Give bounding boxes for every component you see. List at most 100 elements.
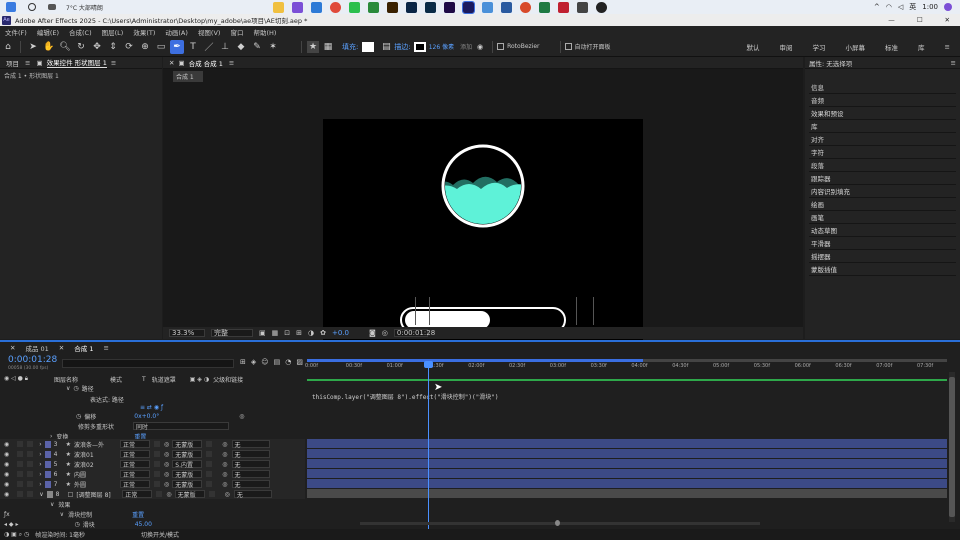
layer-duration-bar[interactable] <box>307 469 947 478</box>
panel-smoother[interactable]: 平滑器 <box>809 237 956 250</box>
fill-options-icon[interactable]: ★ <box>307 40 319 53</box>
app-icon[interactable] <box>367 1 379 13</box>
rotate-tool-icon[interactable]: ⟳ <box>122 40 136 54</box>
comp-viewer[interactable] <box>323 119 643 354</box>
stopwatch-icon[interactable]: ◷ <box>76 413 81 420</box>
switch-box[interactable] <box>206 441 213 447</box>
lock-box[interactable] <box>27 471 34 477</box>
solo-box[interactable] <box>17 491 24 497</box>
solo-box[interactable] <box>17 481 24 487</box>
illustrator-icon[interactable] <box>386 1 398 13</box>
workspace-library[interactable]: 库 <box>908 42 935 52</box>
zoom-slider-knob[interactable] <box>555 520 560 526</box>
lock-icon[interactable]: ▣ <box>36 59 42 67</box>
mode-dropdown[interactable]: 正常 <box>120 440 151 449</box>
preserve-transparency-box[interactable] <box>154 471 161 477</box>
work-area-range[interactable] <box>307 359 643 362</box>
auto-open-checkbox[interactable] <box>564 43 572 50</box>
panel-content-aware-fill[interactable]: 内容识别填充 <box>809 185 956 198</box>
draft-3d-icon[interactable]: ◈ <box>251 358 256 366</box>
color-management-icon[interactable]: ✿ <box>320 329 326 337</box>
close-icon[interactable]: ✕ <box>10 344 15 352</box>
app-icon[interactable] <box>291 1 303 13</box>
panel-paragraph[interactable]: 段落 <box>809 159 956 172</box>
lock-box[interactable] <box>27 491 34 497</box>
workspace-standard[interactable]: 标准 <box>875 42 908 52</box>
comp-subtab[interactable]: 合成 1 <box>173 71 203 82</box>
photoshop-icon[interactable] <box>405 1 417 13</box>
expand-icon[interactable]: › <box>39 471 41 478</box>
preserve-transparency-box[interactable] <box>154 481 161 487</box>
expand-icon[interactable]: › <box>39 481 41 488</box>
app-icon[interactable] <box>519 1 531 13</box>
switch-box[interactable] <box>206 481 213 487</box>
hand-tool-icon[interactable]: ✋ <box>42 40 56 54</box>
menu-help[interactable]: 帮助(H) <box>248 27 281 37</box>
link-icon[interactable]: ◎ <box>164 481 169 488</box>
home-icon[interactable]: ⌂ <box>1 40 15 54</box>
track-matte-dropdown[interactable]: 无蒙版 <box>172 480 203 489</box>
graph-editor-icon[interactable]: ▨ <box>296 358 303 366</box>
add-icon[interactable]: ◉ <box>473 40 487 54</box>
excel-icon[interactable] <box>538 1 550 13</box>
motion-blur-icon[interactable]: ◔ <box>285 358 291 366</box>
mode-dropdown[interactable]: 正常 <box>120 450 151 459</box>
slider-control-reset[interactable]: 重置 <box>132 510 144 519</box>
app-icon[interactable] <box>576 1 588 13</box>
label-color[interactable] <box>46 490 53 498</box>
panel-motion-sketch[interactable]: 动态草图 <box>809 224 956 237</box>
pickwhip-icon[interactable]: ◎ <box>225 491 230 498</box>
layer-duration-bar[interactable] <box>307 479 947 488</box>
workspace-default[interactable]: 默认 <box>737 42 770 52</box>
eraser-tool-icon[interactable]: ◆ <box>234 40 248 54</box>
switch-box[interactable] <box>208 491 215 497</box>
link-icon[interactable]: ◎ <box>164 471 169 478</box>
parent-dropdown[interactable]: 无 <box>233 490 272 499</box>
link-icon[interactable]: ◎ <box>164 451 169 458</box>
tab-menu-icon[interactable]: ≡ <box>103 344 108 352</box>
eye-icon[interactable]: ◉ <box>4 471 9 478</box>
chevron-up-icon[interactable]: ^ <box>874 3 880 11</box>
zoom-tool-icon[interactable]: 🔍︎ <box>58 40 72 54</box>
premiere-icon[interactable] <box>443 1 455 13</box>
stopwatch-icon[interactable]: ◷ <box>73 385 78 392</box>
link-icon[interactable]: ◎ <box>164 461 169 468</box>
track-matte-dropdown[interactable]: 无蒙版 <box>172 450 203 459</box>
eye-icon[interactable]: ◉ <box>4 481 9 488</box>
panel-character[interactable]: 字符 <box>809 146 956 159</box>
layer-name[interactable]: 内圆 <box>74 470 120 479</box>
preserve-transparency-box[interactable] <box>154 451 161 457</box>
scroll-thumb[interactable] <box>949 377 955 517</box>
link-icon[interactable]: ◎ <box>166 491 171 498</box>
parent-dropdown[interactable]: 无 <box>231 450 270 459</box>
transparency-grid-icon[interactable]: ▦ <box>272 329 279 337</box>
preserve-transparency-box[interactable] <box>156 491 163 497</box>
show-snapshot-icon[interactable]: ◎ <box>382 329 388 337</box>
lock-icon[interactable]: ▣ <box>178 59 184 67</box>
layer-duration-bar[interactable] <box>307 489 947 498</box>
maximize-icon[interactable]: ☐ <box>917 16 923 24</box>
label-color[interactable] <box>44 480 51 488</box>
app-icon[interactable] <box>557 1 569 13</box>
pickwhip-icon[interactable]: ◎ <box>222 471 227 478</box>
label-color[interactable] <box>44 470 51 478</box>
stroke-swatch[interactable] <box>413 41 426 52</box>
parent-dropdown[interactable]: 无 <box>231 480 270 489</box>
notification-icon[interactable] <box>944 3 952 11</box>
link-icon[interactable]: ◎ <box>239 413 244 420</box>
expression-toggle-icon[interactable]: ≡ ⇄ ◉ ƒ <box>140 404 163 411</box>
after-effects-icon[interactable] <box>461 0 475 14</box>
pan-tool-icon[interactable]: ✥ <box>90 40 104 54</box>
close-icon[interactable]: ✕ <box>945 16 950 24</box>
clone-stamp-tool-icon[interactable]: ⊥ <box>218 40 232 54</box>
switch-box[interactable] <box>206 471 213 477</box>
layer-row[interactable]: ◉ › 5 ★ 波浪02 正常 ◎ S.内置 ◎ 无 <box>0 459 305 469</box>
layer-duration-bar[interactable] <box>307 459 947 468</box>
zoom-dropdown[interactable]: 33.3% <box>169 329 205 337</box>
file-explorer-icon[interactable] <box>272 1 284 13</box>
panel-paint[interactable]: 绘画 <box>809 198 956 211</box>
type-tool-icon[interactable]: T <box>186 40 200 54</box>
app-icon[interactable] <box>481 1 493 13</box>
region-icon[interactable]: ▣ <box>259 329 266 337</box>
tab-timeline-2[interactable]: 合成 1 <box>74 343 93 353</box>
